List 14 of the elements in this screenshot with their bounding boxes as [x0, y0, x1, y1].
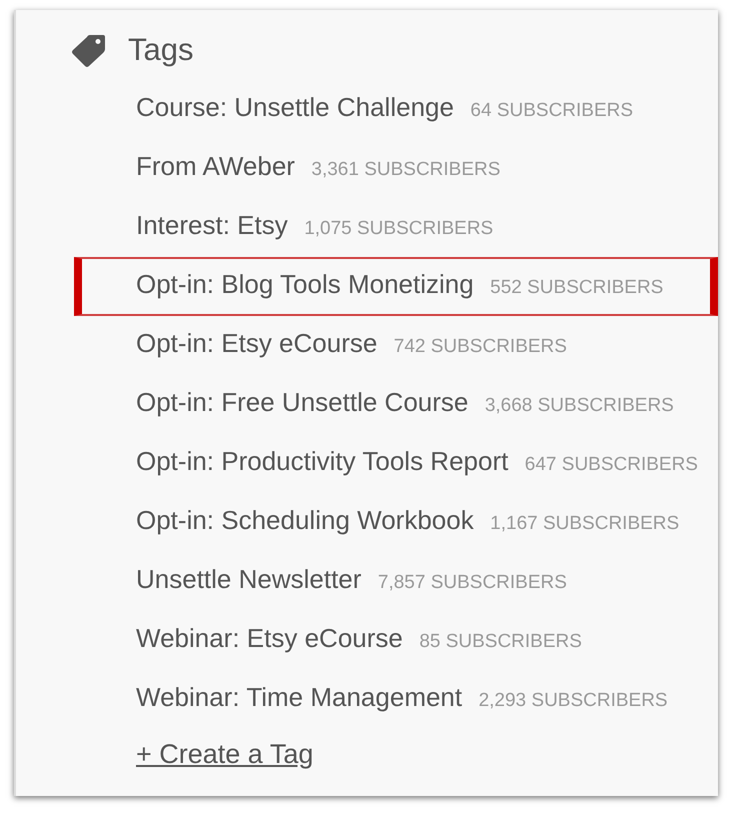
tag-row[interactable]: Opt-in: Productivity Tools Report 647 SUBSCRIBERS — [74, 434, 718, 493]
tags-heading: Tags — [128, 32, 194, 68]
tag-row[interactable]: Interest: Etsy 1,075 SUBSCRIBERS — [74, 198, 718, 257]
tag-row[interactable]: Webinar: Etsy eCourse 85 SUBSCRIBERS — [74, 611, 718, 670]
tag-row[interactable]: Opt-in: Etsy eCourse 742 SUBSCRIBERS — [74, 316, 718, 375]
create-tag-link[interactable]: + Create a Tag — [136, 739, 314, 769]
tag-row[interactable]: Opt-in: Free Unsettle Course 3,668 SUBSCRIBERS — [74, 375, 718, 434]
tag-row[interactable]: Opt-in: Scheduling Workbook 1,167 SUBSCRIBERS — [74, 493, 718, 552]
tag-row[interactable]: Unsettle Newsletter 7,857 SUBSCRIBERS — [74, 552, 718, 611]
tag-row[interactable]: Webinar: Time Management 2,293 SUBSCRIBERS — [74, 670, 718, 729]
tag-row[interactable]: From AWeber 3,361 SUBSCRIBERS — [74, 139, 718, 198]
tag-icon — [72, 33, 106, 67]
tag-row[interactable]: Opt-in: Blog Tools Monetizing 552 SUBSCRIBERS — [74, 257, 718, 316]
tag-row[interactable]: Course: Unsettle Challenge 64 SUBSCRIBERS — [74, 80, 718, 139]
